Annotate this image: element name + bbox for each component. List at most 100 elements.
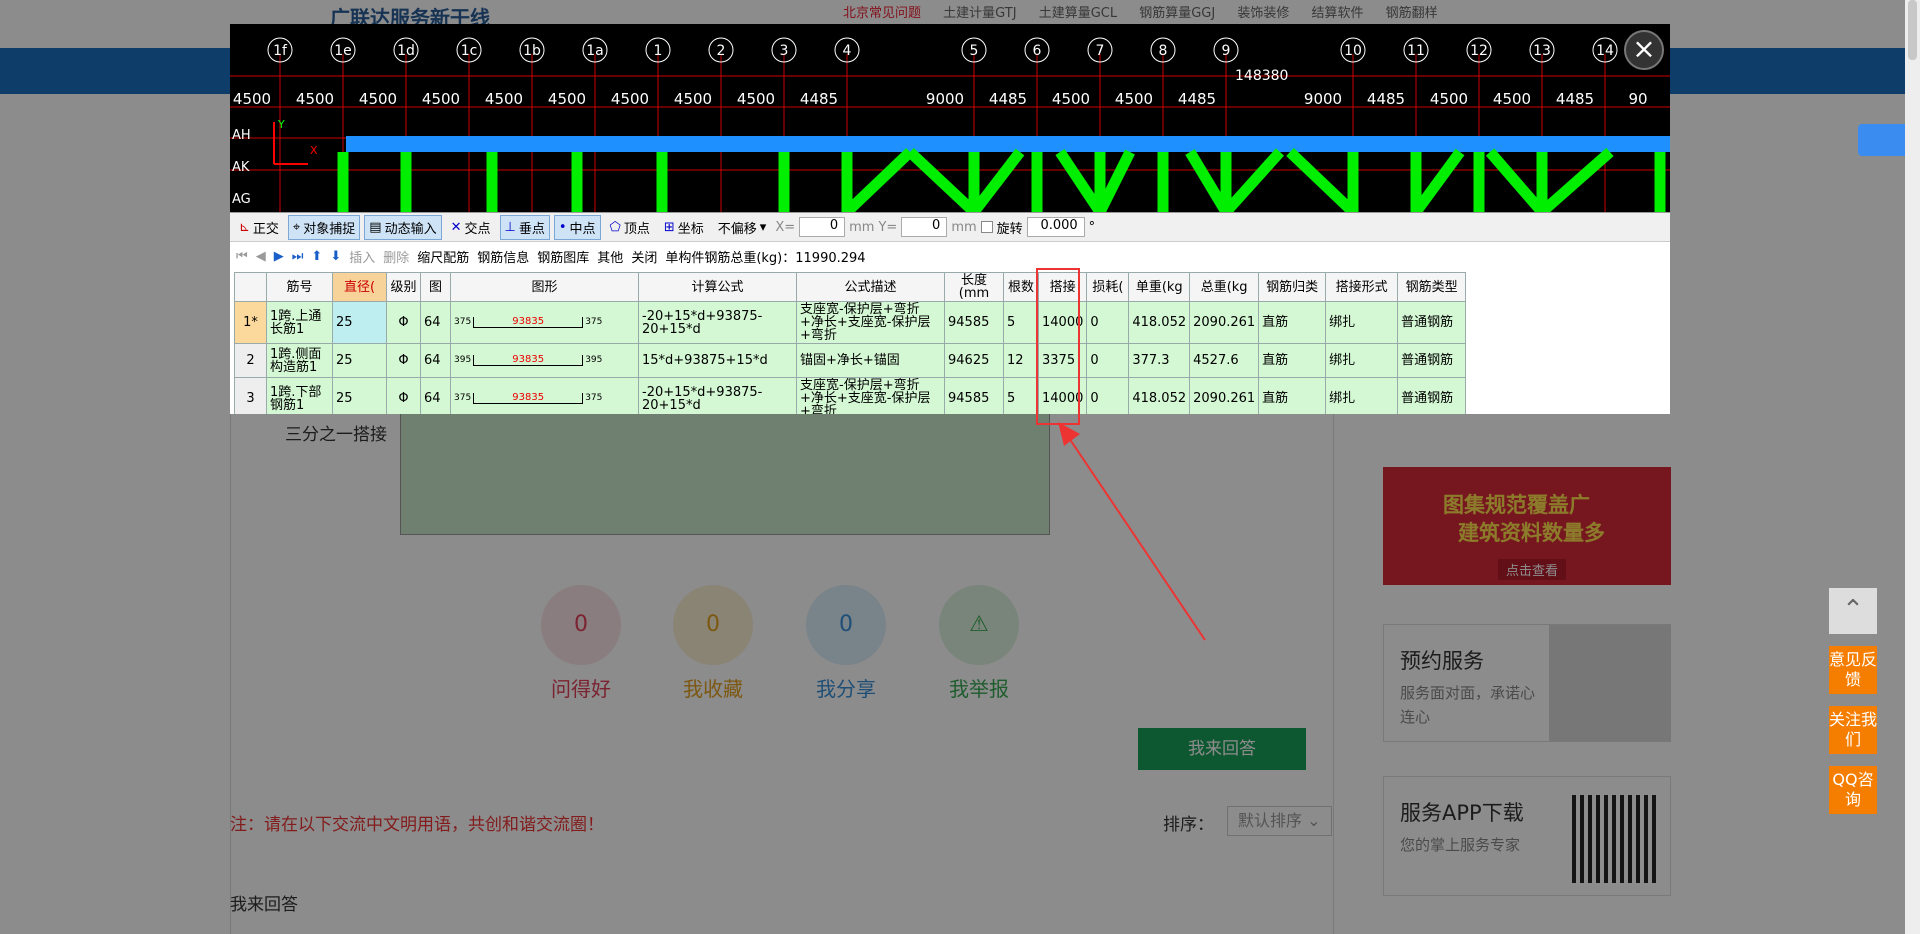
x-input[interactable]: 0 [799,217,846,237]
rotate-checkbox[interactable] [980,221,993,233]
cell-name[interactable]: 1跨.上通长筋1 [266,301,333,344]
column-header[interactable]: 总重(kg [1189,272,1260,302]
cell-total-weight[interactable]: 2090.261 [1189,377,1260,414]
cell-description[interactable]: 锚固+净长+锚固 [796,343,945,378]
column-header[interactable]: 图形 [450,272,639,302]
prev-icon[interactable]: ◀ [256,249,266,264]
table-row[interactable]: 1* 1跨.上通长筋1 25 Φ 64 375 93835 375 -20+15*d+93875… [234,301,1467,344]
cell-formula[interactable]: -20+15*d+93875-20+15*d [638,377,797,414]
cell-grade[interactable]: Φ [386,377,421,414]
cell-unit-weight[interactable]: 377.3 [1128,343,1191,378]
cell-length[interactable]: 94585 [944,301,1004,344]
cell-length[interactable]: 94585 [944,377,1004,414]
cell-name[interactable]: 1跨.侧面构造筋1 [266,343,333,378]
intersect-button[interactable]: ✕ 交点 [446,215,496,240]
cell-total-weight[interactable]: 4527.6 [1189,343,1260,378]
column-header[interactable]: 直径( [332,272,387,302]
column-header[interactable]: 损耗( [1086,272,1130,302]
dynamic-input-button[interactable]: ▤ 动态输入 [364,214,442,240]
feedback-button[interactable]: 意见反馈 [1829,646,1877,694]
offset-mode-select[interactable]: 不偏移 ▾ [713,215,772,240]
follow-button[interactable]: 关注我们 [1829,706,1877,754]
perpendicular-button[interactable]: ⊥ 垂点 [499,214,550,240]
cell-loss[interactable]: 0 [1086,301,1130,344]
cell-figure-no[interactable]: 64 [420,301,451,344]
cell-type[interactable]: 普通钢筋 [1397,343,1467,378]
row-number[interactable]: 2 [234,343,267,378]
first-icon[interactable]: ⏮ [236,249,248,264]
cell-shape[interactable]: 375 93835 375 [450,377,639,414]
cell-loss[interactable]: 0 [1086,343,1130,378]
cell-description[interactable]: 支座宽-保护层+弯折+净长+支座宽-保护层+弯折 [796,377,945,414]
cell-type[interactable]: 普通钢筋 [1397,301,1467,344]
insert-button[interactable]: 插入 [349,247,375,266]
vertex-button[interactable]: ⬠ 顶点 [605,215,655,240]
cell-count[interactable]: 5 [1003,301,1039,344]
column-header[interactable]: 根数 [1003,272,1039,302]
qq-button[interactable]: QQ咨询 [1829,766,1877,814]
column-header[interactable]: 钢筋类型 [1397,272,1467,302]
page-scrollbar[interactable] [1905,0,1920,934]
move-up-icon[interactable]: ⬆ [311,249,322,264]
coordinate-button[interactable]: ⊞ 坐标 [659,215,709,240]
row-number[interactable]: 1* [234,301,267,344]
cell-type[interactable]: 普通钢筋 [1397,377,1467,414]
cell-lap-form[interactable]: 绑扎 [1325,377,1399,414]
rebar-library-button[interactable]: 钢筋图库 [537,247,589,266]
cell-name[interactable]: 1跨.下部钢筋1 [266,377,333,414]
column-header[interactable]: 长度(mm [944,272,1004,302]
other-menu-button[interactable]: 其他 [597,247,623,266]
delete-button[interactable]: 删除 [383,247,409,266]
last-icon[interactable]: ⏭ [292,249,304,264]
cell-count[interactable]: 5 [1003,377,1039,414]
next-icon[interactable]: ▶ [274,249,284,264]
close-icon[interactable]: × [1624,30,1664,70]
table-row[interactable]: 2 1跨.侧面构造筋1 25 Φ 64 395 93835 395 15*d+93875+15*… [234,343,1467,378]
cell-unit-weight[interactable]: 418.052 [1128,301,1191,344]
cell-grade[interactable]: Φ [386,301,421,344]
cell-figure-no[interactable]: 64 [420,377,451,414]
cell-diameter[interactable]: 25 [332,343,387,378]
cell-formula[interactable]: -20+15*d+93875-20+15*d [638,301,797,344]
midpoint-button[interactable]: • 中点 [553,214,601,240]
close-panel-button[interactable]: 关闭 [631,247,657,266]
cell-total-weight[interactable]: 2090.261 [1189,301,1260,344]
back-to-top-button[interactable]: ⌃ [1829,588,1877,634]
y-input[interactable]: 0 [901,217,948,237]
cell-category[interactable]: 直筋 [1258,377,1327,414]
column-header[interactable]: 单重(kg [1128,272,1191,302]
column-header[interactable]: 公式描述 [796,272,945,302]
scale-rebar-button[interactable]: 缩尺配筋 [417,247,469,266]
column-header[interactable]: 钢筋归类 [1258,272,1327,302]
snap-button[interactable]: ⌖ 对象捕捉 [287,214,361,240]
cell-description[interactable]: 支座宽-保护层+弯折+净长+支座宽-保护层+弯折 [796,301,945,344]
column-header[interactable]: 筋号 [266,272,333,302]
cell-shape[interactable]: 395 93835 395 [450,343,639,378]
row-number[interactable]: 3 [234,377,267,414]
scrollbar-thumb[interactable] [1908,0,1917,60]
cad-drawing[interactable]: 1f 1e 1d 1c 1b 1a 1 2 3 4 5 6 7 8 9 10 11 12 13 14 4500 4500 4… [230,24,1670,212]
cell-formula[interactable]: 15*d+93875+15*d [638,343,797,378]
move-down-icon[interactable]: ⬇ [330,249,341,264]
column-header[interactable]: 图 [420,272,451,302]
column-header[interactable]: 级别 [386,272,421,302]
cell-lap-form[interactable]: 绑扎 [1325,343,1399,378]
cell-diameter[interactable]: 25 [332,301,387,344]
cloud-icon[interactable] [1858,124,1905,156]
column-header[interactable]: 搭接形式 [1325,272,1399,302]
rotate-input[interactable]: 0.000 [1026,217,1085,237]
cell-count[interactable]: 12 [1003,343,1039,378]
cell-grade[interactable]: Φ [386,343,421,378]
cell-shape[interactable]: 375 93835 375 [450,301,639,344]
table-row[interactable]: 3 1跨.下部钢筋1 25 Φ 64 375 93835 375 -20+15*d+93875-… [234,377,1467,414]
cell-lap-form[interactable]: 绑扎 [1325,301,1399,344]
ortho-button[interactable]: ⊾ 正交 [234,215,284,240]
rebar-info-button[interactable]: 钢筋信息 [477,247,529,266]
cell-category[interactable]: 直筋 [1258,343,1327,378]
cell-diameter[interactable]: 25 [332,377,387,414]
cell-loss[interactable]: 0 [1086,377,1130,414]
cell-unit-weight[interactable]: 418.052 [1128,377,1191,414]
cell-category[interactable]: 直筋 [1258,301,1327,344]
column-header[interactable]: 计算公式 [638,272,797,302]
cell-length[interactable]: 94625 [944,343,1004,378]
